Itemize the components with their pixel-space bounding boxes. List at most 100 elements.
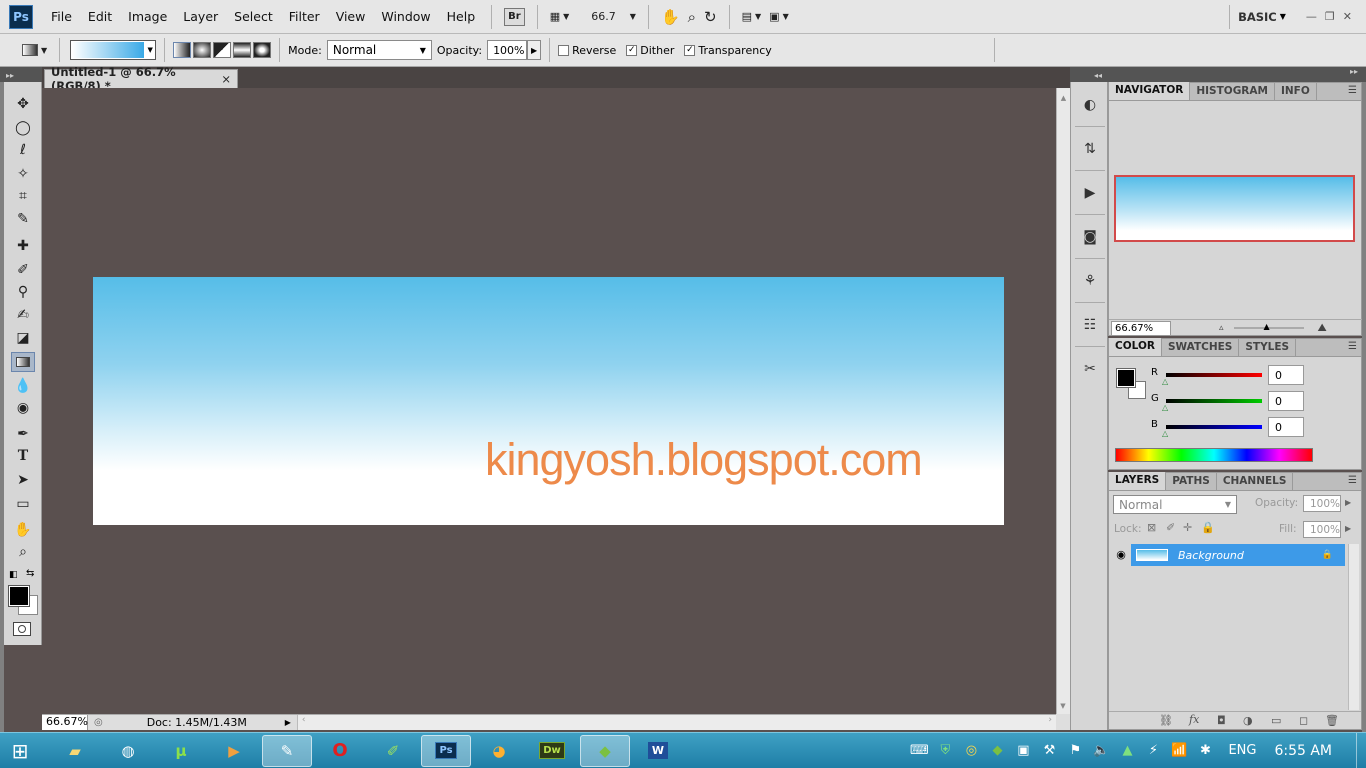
panel-foreground-swatch[interactable] bbox=[1116, 368, 1136, 388]
menu-help[interactable]: Help bbox=[439, 9, 484, 24]
lock-pixels-icon[interactable]: ✐ bbox=[1166, 521, 1175, 534]
color-spectrum-ramp[interactable] bbox=[1115, 448, 1313, 462]
history-brush-icon[interactable]: ✍ bbox=[11, 305, 35, 325]
menu-filter[interactable]: Filter bbox=[281, 9, 328, 24]
lasso-tool-icon[interactable]: ℓ bbox=[11, 140, 35, 160]
flag-icon[interactable]: ⚑ bbox=[1062, 743, 1088, 758]
elliptical-marquee-icon[interactable]: ◯ bbox=[11, 118, 35, 138]
taskbar-app-paint[interactable]: ✎ bbox=[262, 734, 312, 767]
view-extras-button[interactable]: ▦ ▼ bbox=[546, 6, 574, 28]
tab-layers[interactable]: LAYERS bbox=[1109, 472, 1167, 490]
swap-colors-icon[interactable]: ⇆ bbox=[26, 568, 34, 579]
status-zoom-field[interactable]: 66.67% bbox=[42, 715, 88, 730]
navigator-thumbnail[interactable] bbox=[1114, 175, 1355, 242]
horizontal-scrollbar[interactable]: ‹ › bbox=[296, 715, 1056, 730]
gradient-picker[interactable]: ▼ bbox=[70, 40, 157, 60]
eyedropper-icon[interactable]: ✎ bbox=[11, 209, 35, 229]
dock-collapse-strip[interactable]: ◂◂ bbox=[1070, 67, 1108, 82]
panel-menu-icon[interactable]: ☰ bbox=[1348, 341, 1357, 352]
gradient-tool-icon[interactable] bbox=[11, 352, 35, 372]
dither-checkbox[interactable]: ✓ Dither bbox=[626, 44, 674, 57]
menu-view[interactable]: View bbox=[328, 9, 374, 24]
taskbar-app-media[interactable]: ▶ bbox=[209, 735, 259, 767]
history-panel-icon[interactable]: ◐ bbox=[1079, 94, 1101, 116]
zoom-tool-button[interactable]: ⌕ bbox=[684, 6, 700, 28]
zoom-tool-icon[interactable]: ⌕ bbox=[11, 542, 35, 562]
r-slider[interactable]: △ bbox=[1162, 373, 1262, 386]
blur-tool-icon[interactable]: 💧 bbox=[11, 376, 35, 396]
g-value-input[interactable]: 0 bbox=[1268, 391, 1304, 411]
navigator-zoom-slider[interactable]: ▲ bbox=[1233, 322, 1304, 331]
menu-edit[interactable]: Edit bbox=[80, 9, 120, 24]
status-menu-arrow-icon[interactable]: ▶ bbox=[285, 718, 291, 727]
workspace-switcher[interactable]: BASIC ▼ — ❐ ✕ bbox=[1221, 4, 1366, 29]
layers-scrollbar[interactable] bbox=[1348, 544, 1359, 710]
tab-navigator[interactable]: NAVIGATOR bbox=[1109, 82, 1191, 100]
new-group-icon[interactable]: ▭ bbox=[1271, 714, 1281, 727]
keyboard-icon[interactable]: ⌨ bbox=[906, 743, 932, 758]
taskbar-app-notepad[interactable]: ✐ bbox=[368, 735, 418, 767]
tab-color[interactable]: COLOR bbox=[1109, 338, 1162, 356]
layer-style-icon[interactable]: fx bbox=[1189, 713, 1199, 726]
toolbox-collapse-strip[interactable]: ▸▸ bbox=[0, 67, 42, 82]
transparency-checkbox[interactable]: ✓ Transparency bbox=[684, 44, 772, 57]
taskbar-app-dreamweaver[interactable]: Dw bbox=[527, 735, 577, 767]
reverse-checkbox[interactable]: Reverse bbox=[558, 44, 616, 57]
start-button[interactable]: ⊞ bbox=[0, 733, 40, 768]
taskbar-app-minecraft[interactable]: ◆ bbox=[580, 734, 630, 767]
eraser-tool-icon[interactable]: ◪ bbox=[11, 328, 35, 348]
network-drive-icon[interactable]: ▣ bbox=[1010, 743, 1036, 758]
tab-histogram[interactable]: HISTOGRAM bbox=[1190, 83, 1275, 100]
adjustment-layer-icon[interactable]: ◑ bbox=[1243, 714, 1253, 727]
gradient-type-reflected[interactable] bbox=[233, 42, 252, 58]
layer-opacity-arrow-icon[interactable]: ▶ bbox=[1345, 498, 1351, 507]
hand-tool-icon[interactable]: ✋ bbox=[11, 520, 35, 540]
tab-styles[interactable]: STYLES bbox=[1239, 339, 1297, 356]
tab-info[interactable]: INFO bbox=[1275, 83, 1317, 100]
taskbar-app-photoshop[interactable]: Ps bbox=[421, 734, 471, 767]
panel-collapse-strip[interactable]: ▸▸ bbox=[1108, 67, 1366, 82]
taskbar-app-word[interactable]: W bbox=[633, 735, 683, 767]
healing-brush-icon[interactable]: ✚ bbox=[11, 236, 35, 256]
blend-mode-select[interactable]: Normal ▼ bbox=[1113, 495, 1237, 514]
quick-mask-icon[interactable] bbox=[13, 622, 31, 636]
gradient-type-linear[interactable] bbox=[173, 42, 192, 58]
type-tool-icon[interactable]: T bbox=[11, 446, 35, 466]
layer-comps-panel-icon[interactable]: ☷ bbox=[1079, 314, 1101, 336]
layer-mask-icon[interactable]: ◘ bbox=[1217, 714, 1226, 727]
scroll-left-icon[interactable]: ‹ bbox=[302, 715, 306, 725]
close-tab-icon[interactable]: × bbox=[221, 72, 231, 86]
opacity-input[interactable]: 100% bbox=[487, 40, 528, 60]
navigator-zoom-field[interactable]: 66.67% bbox=[1111, 320, 1171, 336]
layer-opacity-input[interactable]: 100% bbox=[1303, 495, 1341, 512]
dodge-tool-icon[interactable]: ◉ bbox=[11, 398, 35, 418]
animation-panel-icon[interactable]: ▶ bbox=[1079, 182, 1101, 204]
menu-window[interactable]: Window bbox=[373, 9, 438, 24]
fill-arrow-icon[interactable]: ▶ bbox=[1345, 524, 1351, 533]
zoom-in-icon[interactable]: ⛰ bbox=[1318, 321, 1327, 335]
tools-icon[interactable]: ⚒ bbox=[1036, 743, 1062, 758]
panel-menu-icon[interactable]: ☰ bbox=[1348, 475, 1357, 486]
bluetooth-icon[interactable]: ✱ bbox=[1192, 743, 1218, 758]
g-slider[interactable]: △ bbox=[1162, 399, 1262, 412]
new-layer-icon[interactable]: ◻ bbox=[1299, 714, 1308, 727]
gradient-type-diamond[interactable] bbox=[253, 42, 272, 58]
mode-select[interactable]: Normal ▼ bbox=[326, 40, 432, 60]
vertical-scrollbar[interactable]: ▲ ▼ bbox=[1056, 88, 1070, 714]
document-canvas[interactable] bbox=[93, 277, 1004, 525]
wifi-signal-icon[interactable]: 📶 bbox=[1166, 743, 1192, 758]
tab-swatches[interactable]: SWATCHES bbox=[1162, 339, 1240, 356]
tool-presets-panel-icon[interactable]: ✂ bbox=[1079, 358, 1101, 380]
tab-channels[interactable]: CHANNELS bbox=[1217, 473, 1294, 490]
bridge-button[interactable]: Br bbox=[500, 6, 529, 28]
pen-tool-icon[interactable]: ✒ bbox=[11, 424, 35, 444]
minimize-button[interactable]: — bbox=[1302, 6, 1321, 28]
minecraft-tray-icon[interactable]: ◆ bbox=[984, 743, 1010, 758]
tool-preset-picker[interactable]: ▼ bbox=[18, 39, 51, 61]
lock-transparent-icon[interactable]: ⊠ bbox=[1147, 521, 1156, 534]
b-slider[interactable]: △ bbox=[1162, 425, 1262, 438]
menu-file[interactable]: File bbox=[43, 9, 80, 24]
path-selection-icon[interactable]: ➤ bbox=[11, 470, 35, 490]
arrange-documents-button[interactable]: ▤ ▼ bbox=[738, 6, 766, 28]
scroll-right-icon[interactable]: › bbox=[1048, 715, 1052, 725]
